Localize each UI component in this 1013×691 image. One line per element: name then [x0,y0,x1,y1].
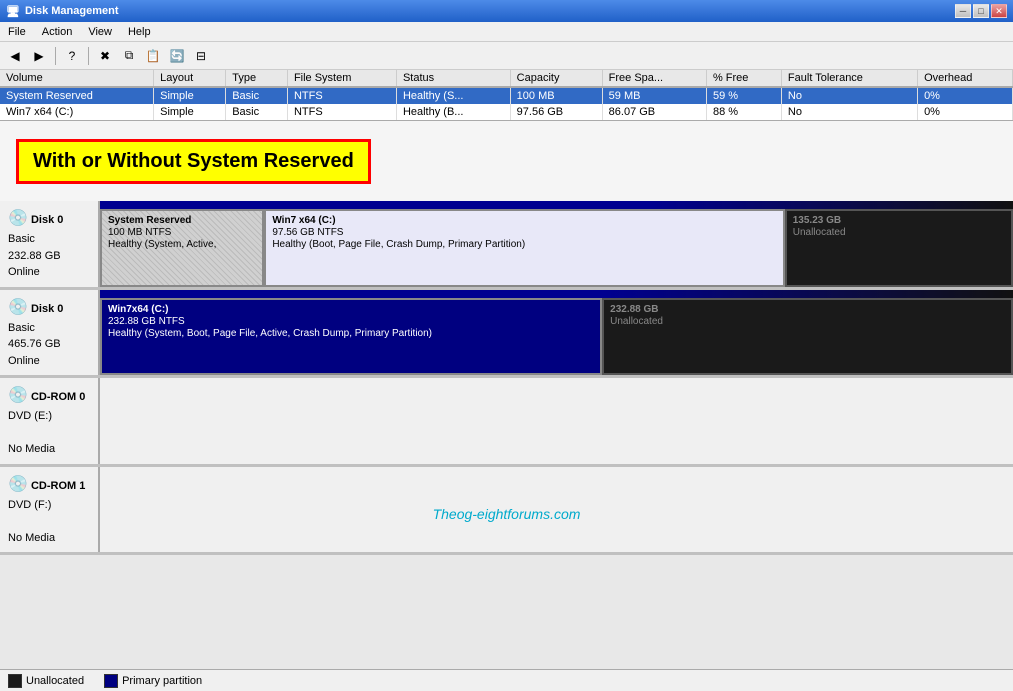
title-bar: 🖥 Disk Management ─ □ ✕ [0,0,1013,22]
status-bar: Unallocated Primary partition [0,669,1013,691]
cell-faulttolerance: No [781,87,917,104]
menu-help[interactable]: Help [124,25,155,39]
col-overhead[interactable]: Overhead [918,70,1013,87]
cell-filesystem: NTFS [287,87,396,104]
cell-overhead: 0% [918,87,1013,104]
app-icon: 🖥 [6,5,20,18]
disk-name-1: Disk 0 [31,303,63,315]
disk-panels-area[interactable]: 💿 Disk 0 Basic 232.88 GB Online System R… [0,201,1013,669]
disk-name-0: Disk 0 [31,214,63,226]
back-button[interactable]: ◀ [4,45,26,67]
col-layout[interactable]: Layout [154,70,226,87]
volume-table-container: Volume Layout Type File System Status Ca… [0,70,1013,121]
help-button[interactable]: ? [61,45,83,67]
col-status[interactable]: Status [396,70,510,87]
watermark: Theog-eightforums.com [433,506,581,522]
annotation-box: With or Without System Reserved [16,139,371,184]
disk-label-cdrom1: 💿 CD-ROM 1 DVD (F:) No Media [0,467,100,553]
cell-layout: Simple [154,104,226,120]
partition-win7x64[interactable]: Win7x64 (C:) 232.88 GB NTFS Healthy (Sys… [100,298,602,376]
content-area: Volume Layout Type File System Status Ca… [0,70,1013,669]
disk-partitions-0: System Reserved 100 MB NTFS Healthy (Sys… [100,201,1013,287]
copy-button[interactable]: ⧉ [118,45,140,67]
disk-partitions-cdrom0 [100,378,1013,464]
cell-percentfree: 88 % [706,104,781,120]
volume-table: Volume Layout Type File System Status Ca… [0,70,1013,120]
legend-primary-label: Primary partition [122,675,202,687]
legend-unallocated: Unallocated [8,674,84,688]
disk-row-0: 💿 Disk 0 Basic 232.88 GB Online System R… [0,201,1013,290]
cell-volume: Win7 x64 (C:) [0,104,154,120]
cell-freespace: 59 MB [602,87,706,104]
cell-freespace: 86.07 GB [602,104,706,120]
cell-status: Healthy (B... [396,104,510,120]
toolbar: ◀ ▶ ? ✖ ⧉ 📋 🔄 ⊟ [0,42,1013,70]
primary-color-swatch [104,674,118,688]
col-percentfree[interactable]: % Free [706,70,781,87]
unallocated-color-swatch [8,674,22,688]
annotation-area: With or Without System Reserved [0,121,1013,201]
close-button[interactable]: ✕ [991,4,1007,18]
col-volume[interactable]: Volume [0,70,154,87]
menu-action[interactable]: Action [38,25,77,39]
title-bar-left: 🖥 Disk Management [6,5,119,18]
minimize-button[interactable]: ─ [955,4,971,18]
toolbar-separator-1 [55,47,56,65]
table-row[interactable]: System Reserved Simple Basic NTFS Health… [0,87,1013,104]
restore-button[interactable]: □ [973,4,989,18]
cell-filesystem: NTFS [287,104,396,120]
menu-file[interactable]: File [4,25,30,39]
disk-name-cdrom1: CD-ROM 1 [31,480,85,492]
title-bar-controls: ─ □ ✕ [955,4,1007,18]
disk-label-cdrom0: 💿 CD-ROM 0 DVD (E:) No Media [0,378,100,464]
partition-system-reserved[interactable]: System Reserved 100 MB NTFS Healthy (Sys… [100,209,264,287]
cell-capacity: 97.56 GB [510,104,602,120]
disk-row-cdrom0: 💿 CD-ROM 0 DVD (E:) No Media [0,378,1013,467]
toolbar-separator-2 [88,47,89,65]
disk-row-1: 💿 Disk 0 Basic 465.76 GB Online Win7x64 … [0,290,1013,379]
properties-button[interactable]: ⊟ [190,45,212,67]
col-faulttolerance[interactable]: Fault Tolerance [781,70,917,87]
partition-win7[interactable]: Win7 x64 (C:) 97.56 GB NTFS Healthy (Boo… [264,209,784,287]
paste-button[interactable]: 📋 [142,45,164,67]
delete-button[interactable]: ✖ [94,45,116,67]
partition-unallocated-1[interactable]: 232.88 GB Unallocated [602,298,1013,376]
partition-unallocated-0[interactable]: 135.23 GB Unallocated [785,209,1013,287]
app-title: Disk Management [25,5,119,17]
disk-label-1: 💿 Disk 0 Basic 465.76 GB Online [0,290,100,376]
disk-name-cdrom0: CD-ROM 0 [31,391,85,403]
disk-label-0: 💿 Disk 0 Basic 232.88 GB Online [0,201,100,287]
col-filesystem[interactable]: File System [287,70,396,87]
col-capacity[interactable]: Capacity [510,70,602,87]
table-row[interactable]: Win7 x64 (C:) Simple Basic NTFS Healthy … [0,104,1013,120]
legend-unallocated-label: Unallocated [26,675,84,687]
forward-button[interactable]: ▶ [28,45,50,67]
col-type[interactable]: Type [226,70,288,87]
cell-type: Basic [226,104,288,120]
refresh-button[interactable]: 🔄 [166,45,188,67]
disk-partitions-1: Win7x64 (C:) 232.88 GB NTFS Healthy (Sys… [100,290,1013,376]
cell-volume: System Reserved [0,87,154,104]
legend-primary: Primary partition [104,674,202,688]
cell-layout: Simple [154,87,226,104]
cell-percentfree: 59 % [706,87,781,104]
cell-overhead: 0% [918,104,1013,120]
menu-bar: File Action View Help [0,22,1013,42]
cell-type: Basic [226,87,288,104]
disk-row-cdrom1: 💿 CD-ROM 1 DVD (F:) No Media Theog-eight… [0,467,1013,556]
cell-capacity: 100 MB [510,87,602,104]
cell-faulttolerance: No [781,104,917,120]
col-freespace[interactable]: Free Spa... [602,70,706,87]
cell-status: Healthy (S... [396,87,510,104]
menu-view[interactable]: View [84,25,116,39]
